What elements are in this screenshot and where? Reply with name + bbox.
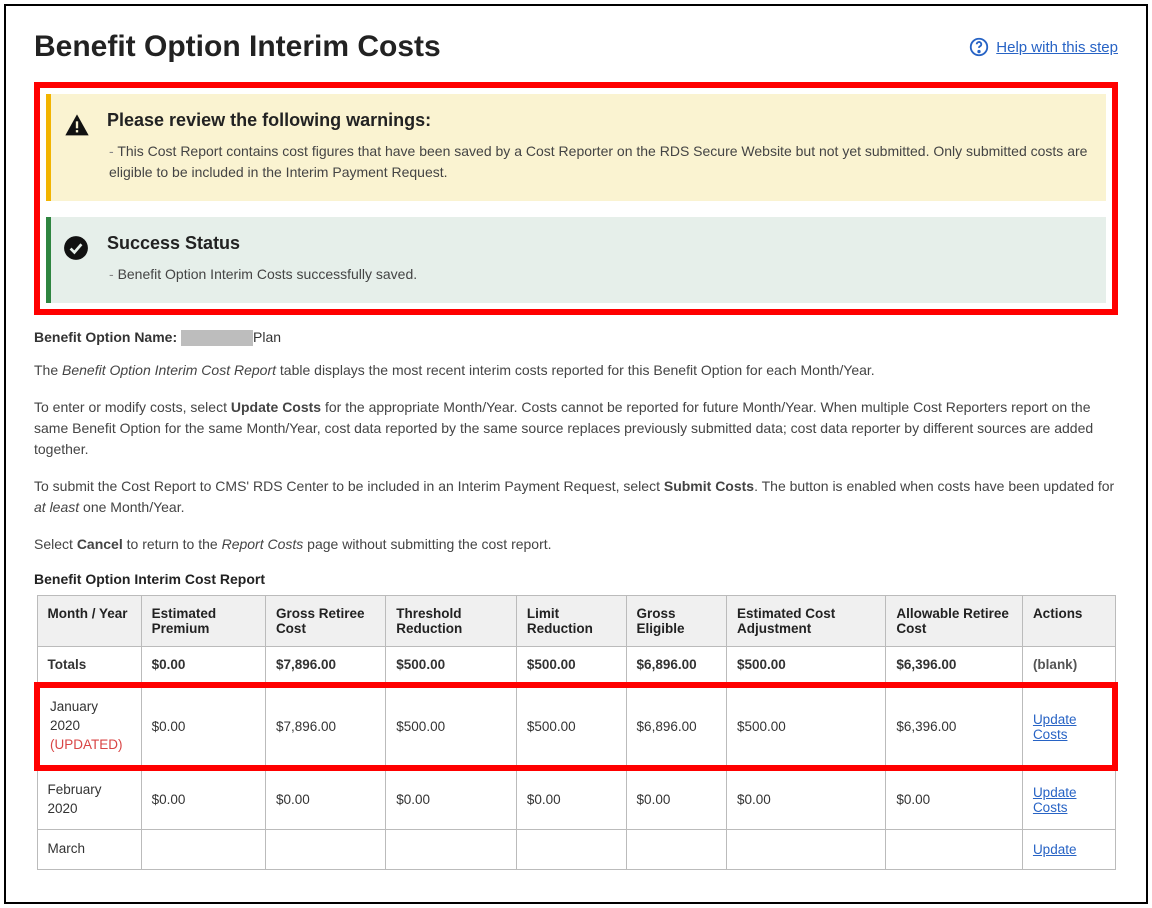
benefit-option-suffix: Plan [253, 329, 281, 345]
success-list: Benefit Option Interim Costs successfull… [107, 264, 1088, 285]
data-cell: $6,396.00 [886, 685, 1023, 768]
data-cell [516, 829, 626, 869]
warning-message: This Cost Report contains cost figures t… [109, 141, 1088, 183]
benefit-option-name-row: Benefit Option Name: Plan [34, 329, 1118, 346]
col-actions: Actions [1022, 596, 1115, 647]
data-cell: $500.00 [516, 685, 626, 768]
updated-flag: (UPDATED) [50, 737, 123, 752]
data-cell: $500.00 [386, 685, 517, 768]
intro-paragraph-2: To enter or modify costs, select Update … [34, 397, 1118, 460]
totals-cell: $6,396.00 [886, 647, 1023, 686]
success-title: Success Status [107, 233, 1088, 254]
intro-paragraph-3: To submit the Cost Report to CMS' RDS Ce… [34, 476, 1118, 518]
data-cell [886, 829, 1023, 869]
data-cell: $0.00 [516, 768, 626, 829]
month-cell: February 2020 [37, 768, 141, 829]
totals-cell: $6,896.00 [626, 647, 726, 686]
table-row: February 2020 $0.00 $0.00 $0.00 $0.00 $0… [37, 768, 1115, 829]
warning-icon [63, 112, 95, 183]
alerts-highlight-box: Please review the following warnings: Th… [34, 82, 1118, 315]
totals-cell: $0.00 [141, 647, 265, 686]
data-cell: $0.00 [141, 768, 265, 829]
month-cell: January 2020 (UPDATED) [37, 685, 141, 768]
page-header: Benefit Option Interim Costs Help with t… [34, 30, 1118, 64]
data-cell: $0.00 [386, 768, 517, 829]
data-cell [626, 829, 726, 869]
action-cell: Update Costs [1022, 685, 1115, 768]
col-threshold-reduction: Threshold Reduction [386, 596, 517, 647]
col-estimated-cost-adjustment: Estimated Cost Adjustment [727, 596, 886, 647]
warning-alert: Please review the following warnings: Th… [46, 94, 1106, 201]
action-cell: Update [1022, 829, 1115, 869]
totals-label: Totals [37, 647, 141, 686]
totals-cell: $500.00 [386, 647, 517, 686]
help-link-label: Help with this step [996, 39, 1118, 56]
intro-paragraph-4: Select Cancel to return to the Report Co… [34, 534, 1118, 555]
success-message: Benefit Option Interim Costs successfull… [109, 264, 1088, 285]
update-costs-link[interactable]: Update Costs [1033, 785, 1077, 815]
col-estimated-premium: Estimated Premium [141, 596, 265, 647]
totals-action: (blank) [1022, 647, 1115, 686]
totals-cell: $7,896.00 [265, 647, 385, 686]
month-cell: March [37, 829, 141, 869]
benefit-option-redacted [181, 330, 253, 346]
data-cell: $7,896.00 [265, 685, 385, 768]
warning-title: Please review the following warnings: [107, 110, 1088, 131]
data-cell [386, 829, 517, 869]
totals-cell: $500.00 [516, 647, 626, 686]
totals-row: Totals $0.00 $7,896.00 $500.00 $500.00 $… [37, 647, 1115, 686]
table-title: Benefit Option Interim Cost Report [34, 571, 1118, 587]
col-allowable-retiree-cost: Allowable Retiree Cost [886, 596, 1023, 647]
page-title: Benefit Option Interim Costs [34, 30, 441, 64]
data-cell: $6,896.00 [626, 685, 726, 768]
data-cell: $0.00 [727, 768, 886, 829]
cost-report-table: Month / Year Estimated Premium Gross Ret… [34, 595, 1118, 869]
col-gross-eligible: Gross Eligible [626, 596, 726, 647]
data-cell: $0.00 [141, 685, 265, 768]
intro-paragraph-1: The Benefit Option Interim Cost Report t… [34, 360, 1118, 381]
benefit-option-label: Benefit Option Name: [34, 329, 177, 345]
col-limit-reduction: Limit Reduction [516, 596, 626, 647]
data-cell: $500.00 [727, 685, 886, 768]
help-link[interactable]: Help with this step [968, 36, 1118, 58]
data-cell [265, 829, 385, 869]
col-gross-retiree-cost: Gross Retiree Cost [265, 596, 385, 647]
warning-list: This Cost Report contains cost figures t… [107, 141, 1088, 183]
data-cell [141, 829, 265, 869]
success-icon [63, 235, 95, 285]
success-alert: Success Status Benefit Option Interim Co… [46, 217, 1106, 303]
data-cell: $0.00 [886, 768, 1023, 829]
data-cell: $0.00 [265, 768, 385, 829]
action-cell: Update Costs [1022, 768, 1115, 829]
update-costs-link[interactable]: Update Costs [1033, 712, 1077, 742]
data-cell [727, 829, 886, 869]
help-icon [968, 36, 990, 58]
table-row: March Update [37, 829, 1115, 869]
update-costs-link[interactable]: Update [1033, 842, 1077, 857]
data-cell: $0.00 [626, 768, 726, 829]
totals-cell: $500.00 [727, 647, 886, 686]
page-container: Benefit Option Interim Costs Help with t… [4, 4, 1148, 904]
table-row: January 2020 (UPDATED) $0.00 $7,896.00 $… [37, 685, 1115, 768]
col-month: Month / Year [37, 596, 141, 647]
table-header-row: Month / Year Estimated Premium Gross Ret… [37, 596, 1115, 647]
